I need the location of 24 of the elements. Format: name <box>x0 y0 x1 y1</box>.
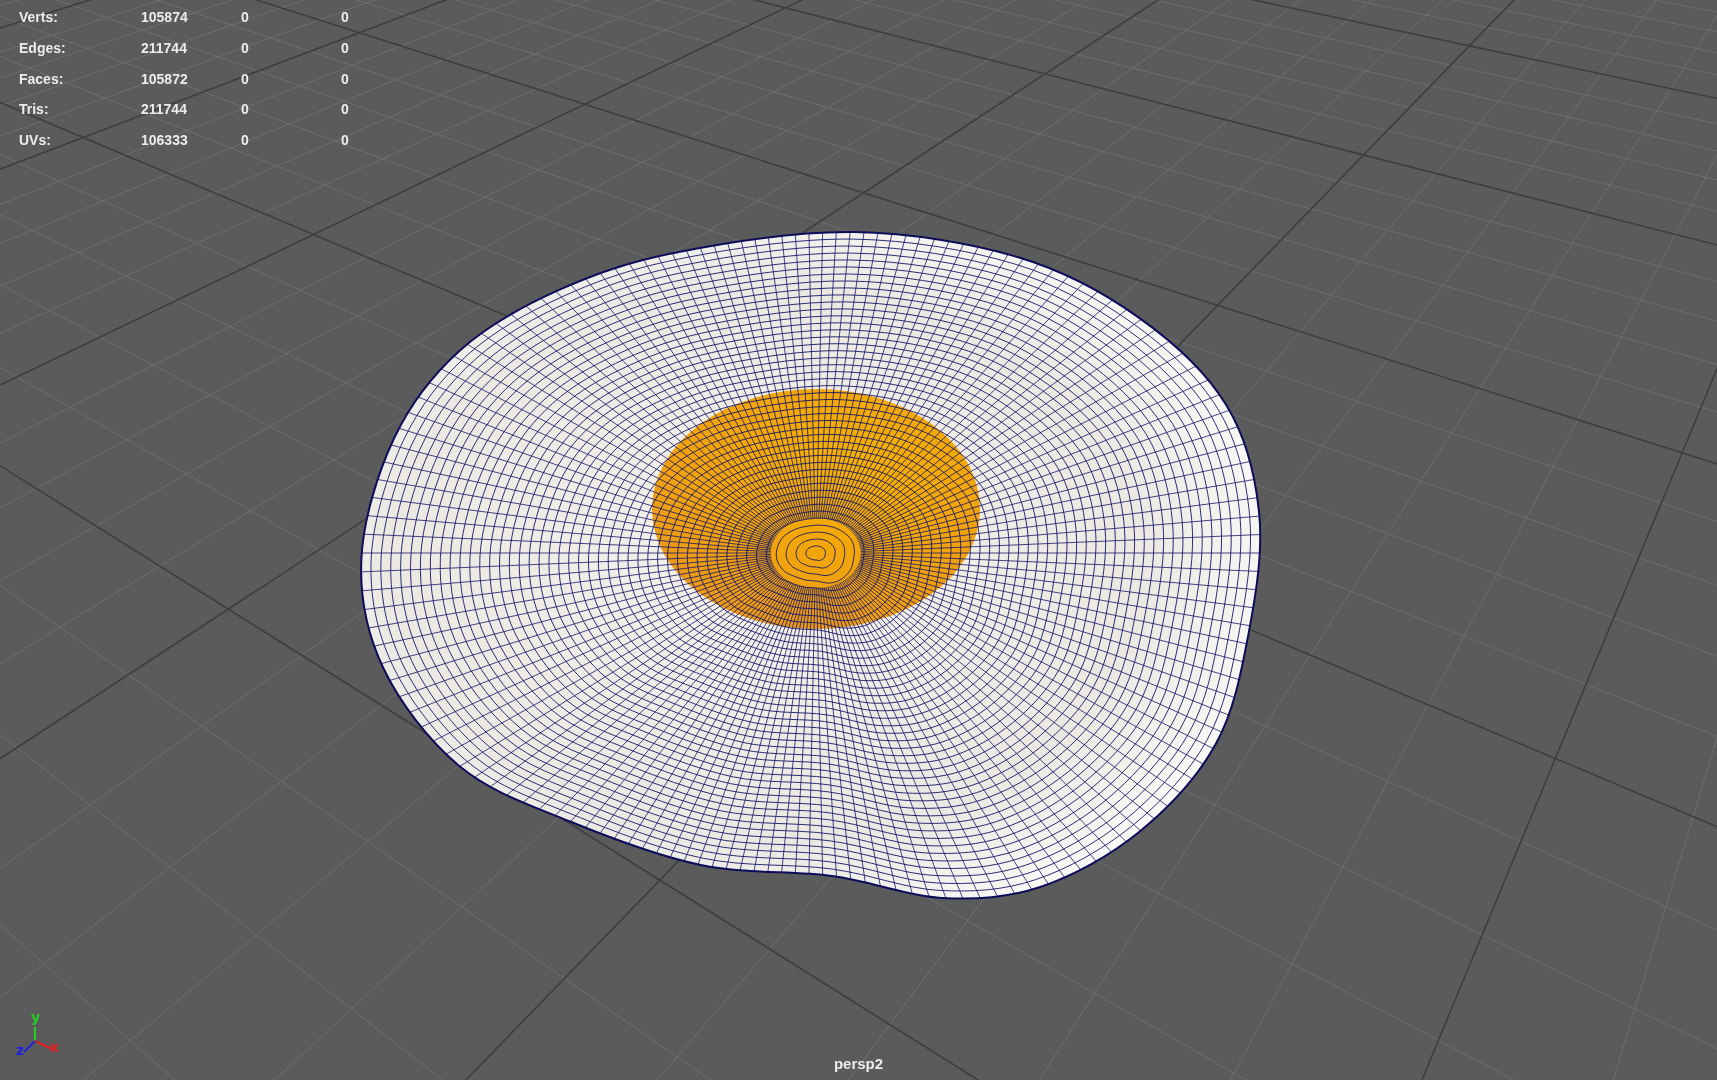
stat-value: 0 <box>241 132 249 149</box>
stat-value: 0 <box>341 70 349 87</box>
stat-value: 0 <box>241 40 249 57</box>
stat-label: UVs: <box>19 132 52 149</box>
stat-value: 0 <box>341 101 349 118</box>
axis-label: x <box>50 1039 60 1055</box>
stat-label: Faces: <box>19 70 65 87</box>
stat-value: 0 <box>241 9 249 26</box>
stat-value: 0 <box>241 70 249 87</box>
stat-value: 0 <box>341 40 349 57</box>
stat-label: Verts: <box>19 9 59 26</box>
stat-value: 106333 <box>141 132 188 149</box>
stat-label: Tris: <box>19 101 50 118</box>
stat-value: 211744 <box>141 40 187 57</box>
stat-value: 0 <box>241 101 249 118</box>
axis-label: y <box>31 1009 41 1025</box>
camera-name: persp2 <box>833 1055 884 1072</box>
stat-value: 105874 <box>141 9 188 26</box>
axis-label: z <box>16 1042 25 1058</box>
stat-value: 211744 <box>141 101 187 118</box>
stat-value: 0 <box>341 132 349 149</box>
stat-value: 0 <box>341 9 349 26</box>
stat-value: 105872 <box>141 70 188 87</box>
stat-label: Edges: <box>19 40 67 57</box>
